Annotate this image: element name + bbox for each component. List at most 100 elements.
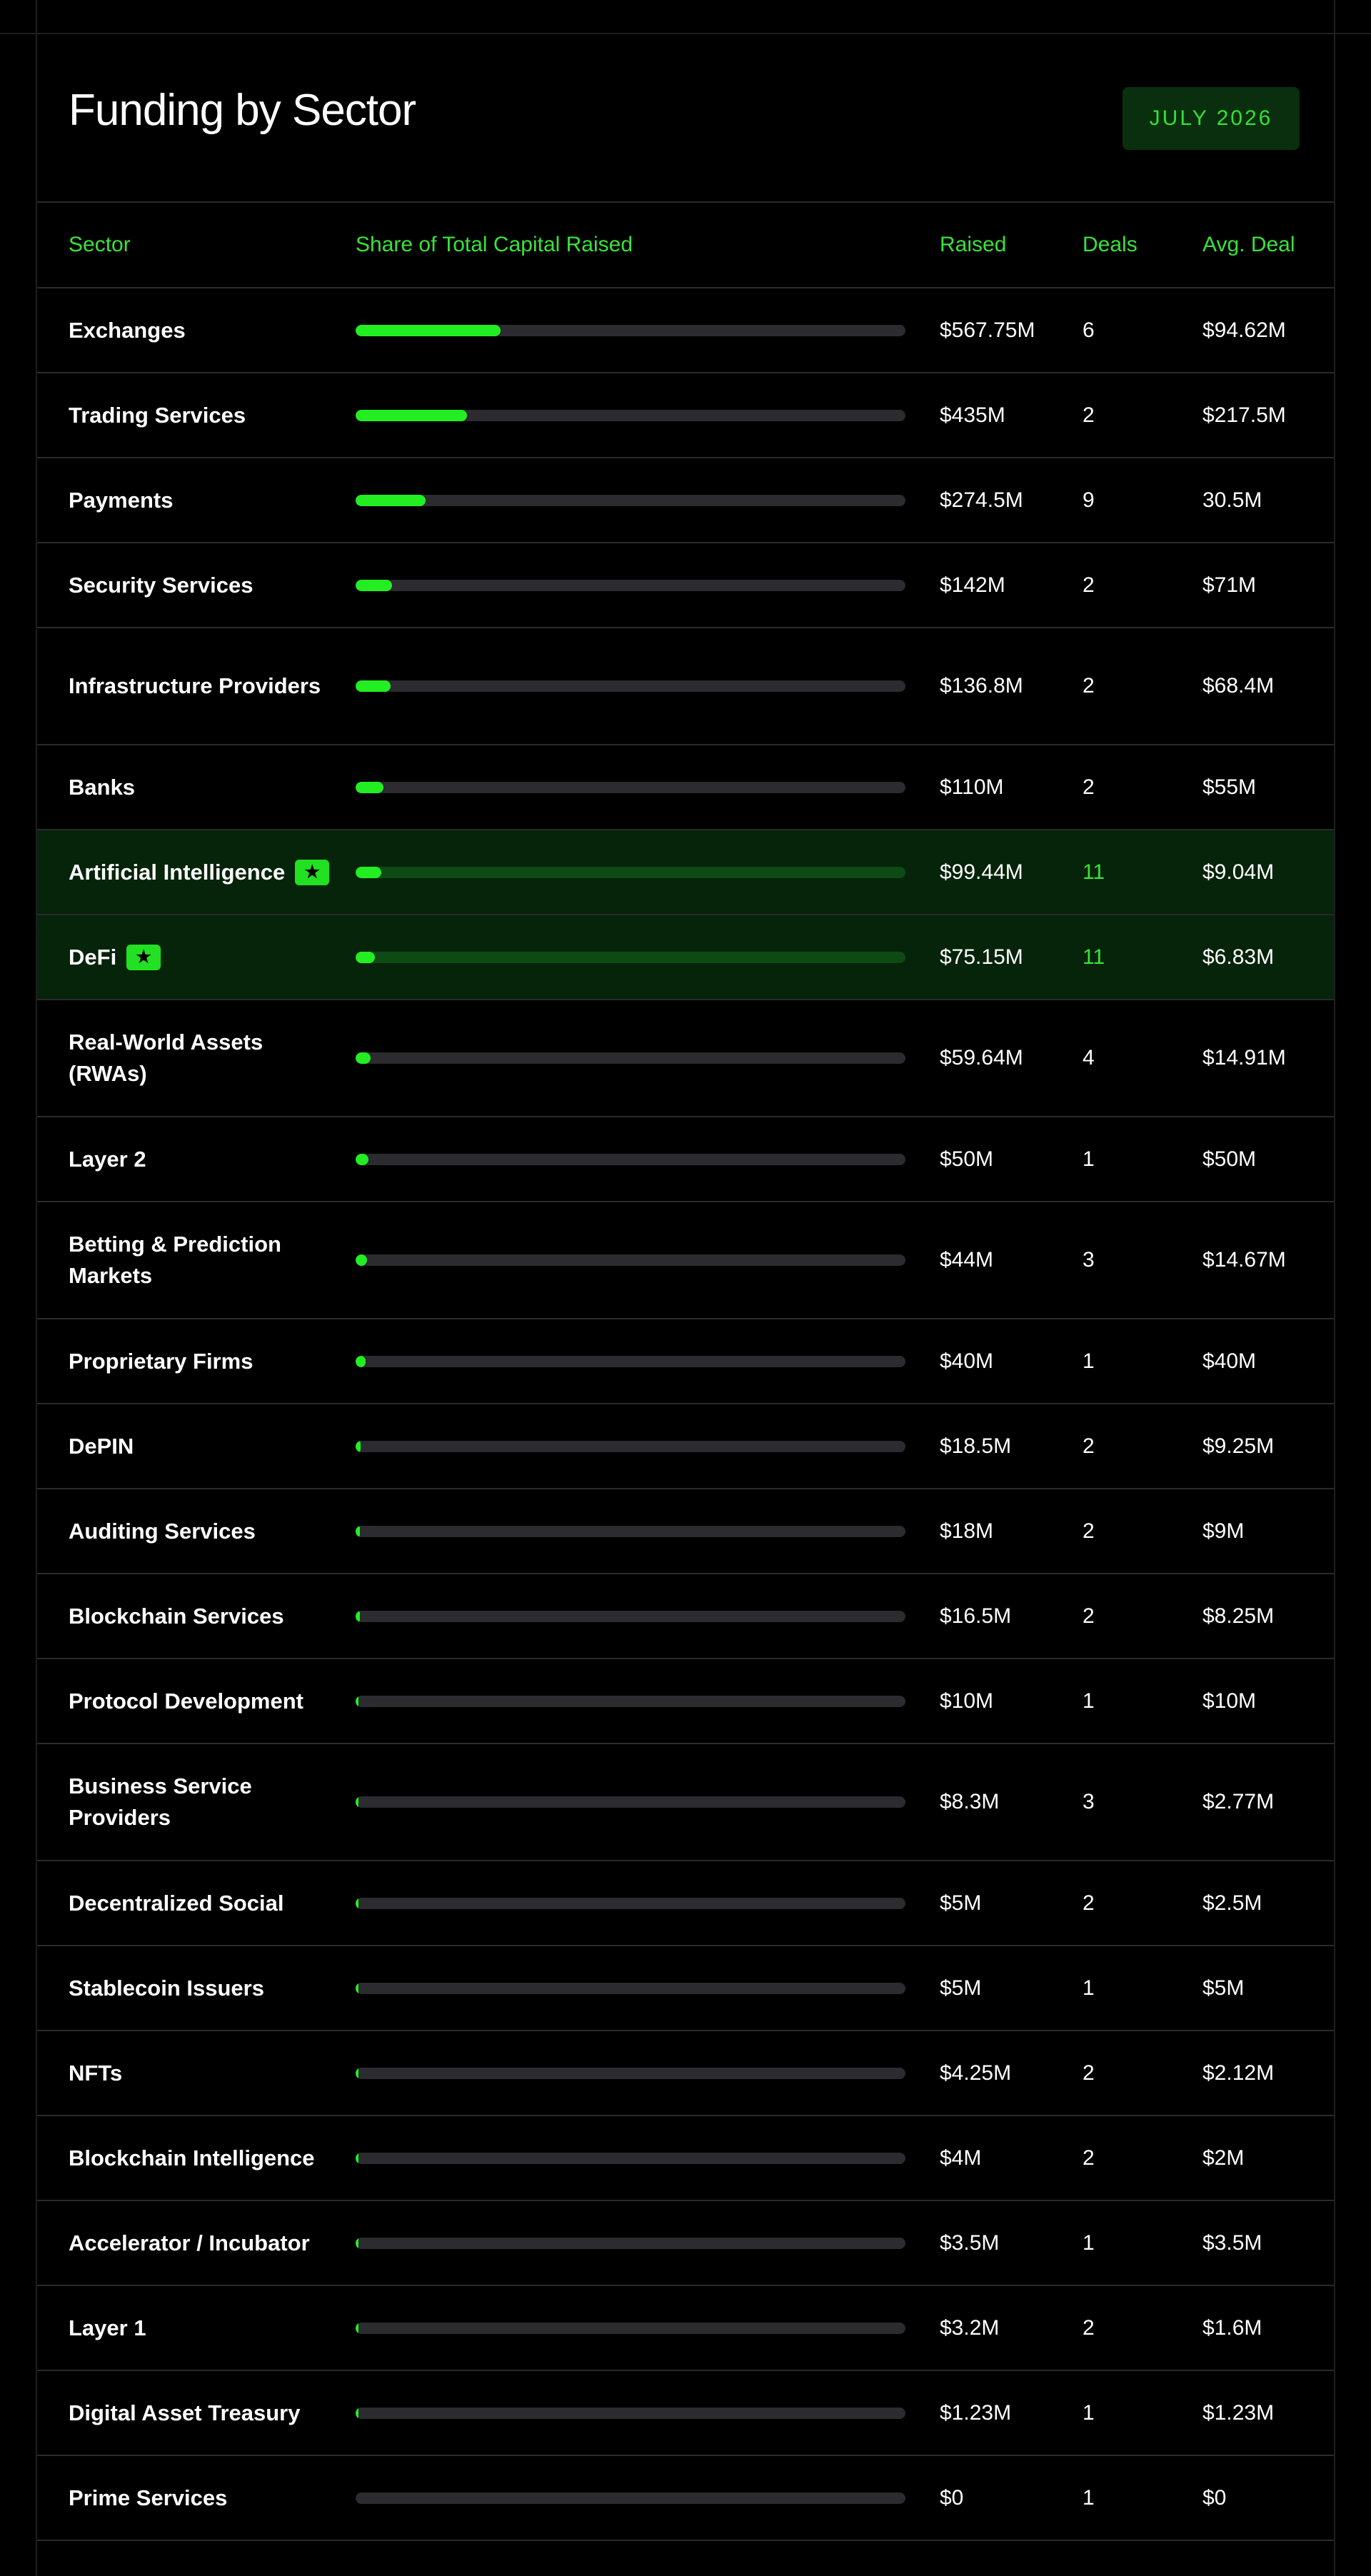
column-header-share[interactable]: Share of Total Capital Raised — [356, 203, 633, 287]
raised-value: $110M — [940, 775, 1004, 799]
avg-deal-value: $50M — [1202, 1147, 1257, 1171]
share-bar-fill — [356, 1695, 358, 1707]
column-header-avg-deal[interactable]: Avg. Deal — [1202, 203, 1295, 287]
column-header-sector[interactable]: Sector — [69, 203, 131, 287]
share-bar-track — [356, 1982, 905, 1994]
funding-card: Funding by Sector JULY 2026 Sector Share… — [36, 34, 1335, 2542]
deals-count: 2 — [1083, 1891, 1095, 1915]
avg-deal-value: $10M — [1202, 1689, 1257, 1713]
deals-count: 4 — [1083, 1046, 1095, 1070]
sector-label: NFTs — [69, 2060, 123, 2086]
avg-deal-value: $14.91M — [1202, 1046, 1286, 1070]
sector-label: Payments — [69, 487, 174, 513]
share-bar-track — [356, 1440, 905, 1452]
sector-name: Artificial Intelligence ★ — [69, 830, 340, 914]
share-bar-fill — [356, 494, 426, 506]
share-bar-fill — [356, 1440, 361, 1452]
table-row[interactable]: Exchanges $567.75M 6 $94.62M — [37, 288, 1334, 373]
deals-count: 2 — [1083, 2145, 1095, 2170]
table-row[interactable]: Layer 2 $50M 1 $50M — [37, 1117, 1334, 1202]
share-bar-track — [356, 1796, 905, 1808]
raised-value: $40M — [940, 1349, 994, 1373]
sector-label: Layer 1 — [69, 2315, 146, 2340]
share-bar-fill — [356, 1254, 367, 1266]
deals-count: 2 — [1083, 403, 1095, 427]
column-header-deals[interactable]: Deals — [1083, 203, 1138, 287]
sector-label: Artificial Intelligence — [69, 859, 286, 885]
raised-value: $136.8M — [940, 674, 1023, 698]
raised-value: $3.2M — [940, 2315, 1000, 2340]
sector-name: Blockchain Intelligence — [69, 2116, 340, 2200]
table-row[interactable]: Digital Asset Treasury $1.23M 1 $1.23M — [37, 2371, 1334, 2456]
avg-deal-value: $68.4M — [1202, 674, 1275, 698]
raised-value: $50M — [940, 1147, 994, 1171]
table-row[interactable]: Accelerator / Incubator $3.5M 1 $3.5M — [37, 2201, 1334, 2286]
table-row[interactable]: Auditing Services $18M 2 $9M — [37, 1489, 1334, 1574]
table-row[interactable]: Infrastructure Providers $136.8M 2 $68.4M — [37, 628, 1334, 745]
table-row[interactable]: Layer 1 $3.2M 2 $1.6M — [37, 2286, 1334, 2371]
deals-count: 6 — [1083, 318, 1095, 342]
sector-label: Layer 2 — [69, 1146, 146, 1172]
share-bar-track — [356, 2492, 905, 2504]
raised-value: $18M — [940, 1519, 994, 1543]
avg-deal-value: $9.25M — [1202, 1434, 1275, 1458]
sector-label: Prime Services — [69, 2485, 228, 2510]
column-header-raised[interactable]: Raised — [940, 203, 1006, 287]
sector-name: Real-World Assets (RWAs) — [69, 1000, 340, 1116]
sector-label: Digital Asset Treasury — [69, 2400, 301, 2425]
sector-name: Layer 1 — [69, 2286, 340, 2370]
table-row[interactable]: Prime Services $0 1 $0 — [37, 2456, 1334, 2541]
table-row[interactable]: Real-World Assets (RWAs) $59.64M 4 $14.91M — [37, 1000, 1334, 1117]
table-row[interactable]: DeFi ★ $75.15M 11 $6.83M — [37, 915, 1334, 1000]
table-row[interactable]: Protocol Development $10M 1 $10M — [37, 1659, 1334, 1744]
raised-value: $16.5M — [940, 1604, 1012, 1628]
share-bar-track — [356, 324, 905, 336]
table-row[interactable]: Security Services $142M 2 $71M — [37, 543, 1334, 628]
table-row[interactable]: NFTs $4.25M 2 $2.12M — [37, 2031, 1334, 2116]
avg-deal-value: $217.5M — [1202, 403, 1286, 427]
table-row[interactable]: Trading Services $435M 2 $217.5M — [37, 373, 1334, 458]
raised-value: $3.5M — [940, 2230, 1000, 2255]
table-row[interactable]: DePIN $18.5M 2 $9.25M — [37, 1404, 1334, 1489]
share-bar-track — [356, 2152, 905, 2164]
share-bar-track — [356, 1153, 905, 1165]
sector-name: Layer 2 — [69, 1117, 340, 1201]
table-row[interactable]: Decentralized Social $5M 2 $2.5M — [37, 1861, 1334, 1946]
avg-deal-value: $2M — [1202, 2145, 1245, 2170]
share-bar-fill — [356, 781, 384, 793]
share-bar-fill — [356, 1982, 358, 1994]
table-row[interactable]: Blockchain Services $16.5M 2 $8.25M — [37, 1574, 1334, 1659]
table-row[interactable]: Stablecoin Issuers $5M 1 $5M — [37, 1946, 1334, 2031]
table-row[interactable]: Blockchain Intelligence $4M 2 $2M — [37, 2116, 1334, 2201]
avg-deal-value: $9M — [1202, 1519, 1245, 1543]
table-row[interactable]: Proprietary Firms $40M 1 $40M — [37, 1319, 1334, 1404]
raised-value: $10M — [940, 1689, 994, 1713]
avg-deal-value: $3.5M — [1202, 2230, 1262, 2255]
deals-count: 9 — [1083, 488, 1095, 512]
share-bar-fill — [356, 2322, 358, 2334]
table-row[interactable]: Betting & Prediction Markets $44M 3 $14.67M — [37, 1202, 1334, 1319]
share-bar-fill — [356, 579, 392, 591]
deals-count: 2 — [1083, 2061, 1095, 2085]
avg-deal-value: $2.12M — [1202, 2061, 1275, 2085]
avg-deal-value: $8.25M — [1202, 1604, 1275, 1628]
raised-value: $142M — [940, 573, 1005, 597]
share-bar-fill — [356, 1153, 368, 1165]
share-bar-track — [356, 579, 905, 591]
raised-value: $4M — [940, 2145, 982, 2170]
deals-count: 2 — [1083, 775, 1095, 799]
raised-value: $5M — [940, 1891, 982, 1915]
table-row[interactable]: Business Service Providers $8.3M 3 $2.77M — [37, 1744, 1334, 1861]
deals-count: 2 — [1083, 1434, 1095, 1458]
sector-name: Business Service Providers — [69, 1744, 340, 1860]
avg-deal-value: $71M — [1202, 573, 1257, 597]
avg-deal-value: $0 — [1202, 2485, 1227, 2510]
sector-name: DeFi ★ — [69, 915, 340, 999]
table-row[interactable]: Artificial Intelligence ★ $99.44M 11 $9.04M — [37, 830, 1334, 915]
table-row[interactable]: Banks $110M 2 $55M — [37, 745, 1334, 830]
share-bar-track — [356, 1254, 905, 1266]
table-row[interactable]: Payments $274.5M 9 30.5M — [37, 458, 1334, 543]
sector-label: Banks — [69, 774, 136, 800]
share-bar-track — [356, 1052, 905, 1064]
deals-count: 2 — [1083, 2315, 1095, 2340]
